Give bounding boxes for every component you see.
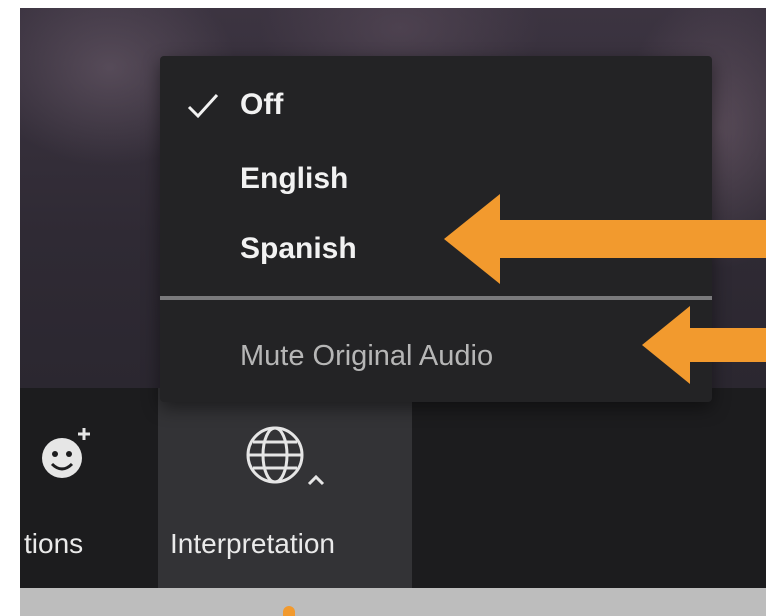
menu-item-label: Off <box>240 88 284 121</box>
globe-icon <box>246 426 304 484</box>
bottom-marker <box>283 606 295 616</box>
mute-original-audio-item[interactable]: Mute Original Audio <box>160 324 712 390</box>
smile-plus-icon <box>42 428 90 478</box>
menu-item-label: Spanish <box>240 232 357 265</box>
bottom-strip <box>20 588 766 616</box>
interpretation-button[interactable]: Interpretation <box>158 388 412 588</box>
reactions-button[interactable]: tions <box>20 388 156 588</box>
checkmark-icon <box>187 93 219 119</box>
reactions-label: tions <box>24 528 84 559</box>
interpretation-label: Interpretation <box>170 528 335 559</box>
orange-arrow-mute <box>642 306 766 384</box>
caret-up-icon[interactable] <box>306 474 326 486</box>
menu-divider <box>160 296 712 300</box>
orange-arrow-spanish <box>444 194 766 284</box>
menu-item-label: English <box>240 162 349 195</box>
menu-item-label: Mute Original Audio <box>240 340 494 372</box>
screen: tions Interpretation Off English Spanish <box>0 0 766 616</box>
menu-item-off[interactable]: Off <box>160 72 712 138</box>
